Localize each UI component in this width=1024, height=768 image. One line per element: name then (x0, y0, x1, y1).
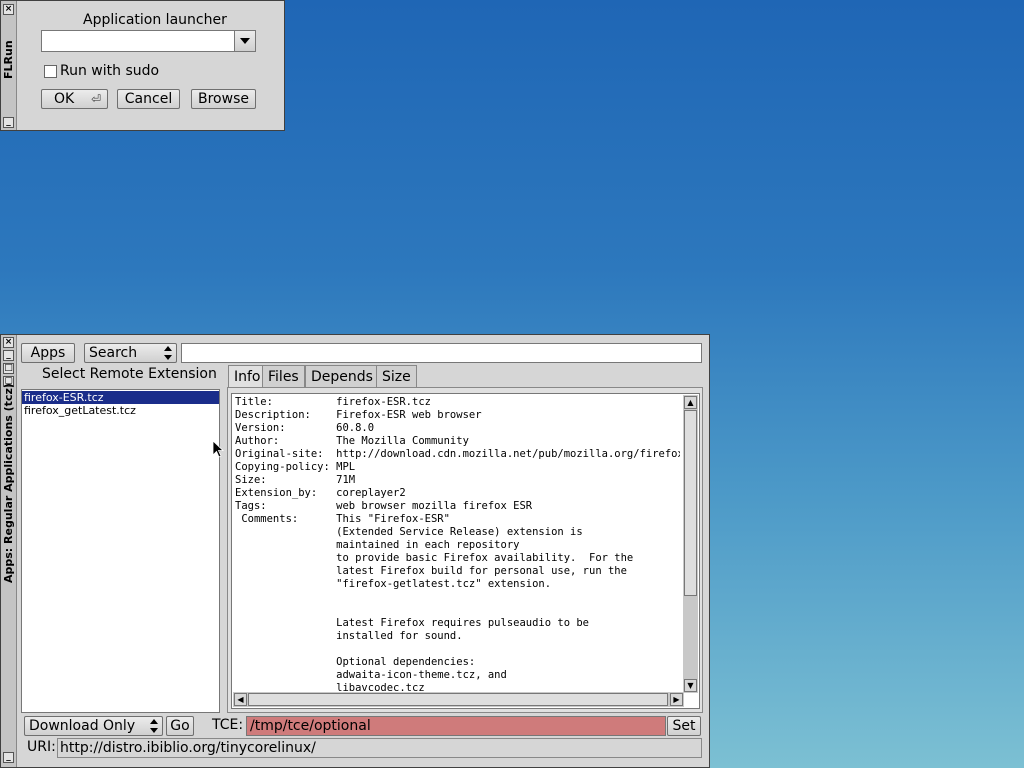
flrun-window-title: FLRun (2, 40, 15, 79)
apps-menu-button[interactable]: Apps (21, 343, 75, 363)
updown-arrows-icon (164, 346, 172, 360)
minimize-icon[interactable]: _ (3, 117, 14, 128)
search-mode-value: Search (89, 345, 138, 361)
command-input[interactable] (41, 30, 256, 52)
uri-label: URI: (27, 739, 56, 755)
sudo-label: Run with sudo (60, 63, 160, 79)
extension-list[interactable]: firefox-ESR.tcz firefox_getLatest.tcz (21, 389, 220, 713)
vertical-scrollbar[interactable]: ▲ ▼ (683, 395, 698, 693)
flrun-heading: Application launcher (83, 12, 227, 28)
chevron-down-icon (240, 38, 250, 44)
flrun-titlebar[interactable]: × FLRun _ (1, 1, 17, 130)
scroll-down-icon[interactable]: ▼ (684, 679, 697, 692)
uri-field[interactable]: http://distro.ibiblio.org/tinycorelinux/ (57, 738, 702, 758)
minimize-icon[interactable]: _ (3, 350, 14, 361)
maximize-icon[interactable]: □ (3, 363, 14, 374)
tab-depends[interactable]: Depends (305, 365, 379, 388)
scroll-right-icon[interactable]: ▶ (670, 693, 683, 706)
vertical-scroll-thumb[interactable] (684, 410, 697, 596)
updown-arrows-icon (150, 719, 158, 733)
search-mode-select[interactable]: Search (84, 343, 177, 363)
list-item-firefox-getlatest[interactable]: firefox_getLatest.tcz (22, 404, 219, 417)
sudo-checkbox[interactable] (44, 65, 57, 78)
info-text-area[interactable]: Title: firefox-ESR.tcz Description: Fire… (231, 393, 700, 709)
browse-button[interactable]: Browse (191, 89, 256, 109)
tce-label: TCE: (212, 717, 244, 733)
resize-icon[interactable]: _ (3, 752, 14, 763)
horizontal-scroll-thumb[interactable] (248, 693, 668, 706)
select-extension-heading: Select Remote Extension (42, 366, 217, 382)
uri-value: http://distro.ibiblio.org/tinycorelinux/ (60, 740, 316, 756)
scroll-up-icon[interactable]: ▲ (684, 396, 697, 409)
tab-size[interactable]: Size (376, 365, 417, 388)
arrow-cursor-icon (212, 440, 224, 458)
tce-path-input[interactable]: /tmp/tce/optional (246, 716, 666, 736)
list-item-firefox-esr[interactable]: firefox-ESR.tcz (22, 391, 219, 404)
cancel-button[interactable]: Cancel (117, 89, 180, 109)
command-dropdown-button[interactable] (234, 31, 255, 51)
set-button[interactable]: Set (667, 716, 701, 736)
tce-path-value: /tmp/tce/optional (250, 718, 371, 734)
tab-files[interactable]: Files (262, 365, 305, 388)
tab-info[interactable]: Info (228, 365, 267, 388)
apps-titlebar[interactable]: × _ □ ▢ Apps: Regular Applications (tcz)… (1, 335, 17, 767)
ok-button[interactable]: OK ⏎ (41, 89, 108, 109)
scroll-left-icon[interactable]: ◀ (234, 693, 247, 706)
flrun-window: × FLRun _ Application launcher Run with … (0, 0, 285, 131)
return-icon: ⏎ (90, 92, 101, 106)
close-icon[interactable]: × (3, 337, 14, 348)
info-text: Title: firefox-ESR.tcz Description: Fire… (235, 396, 680, 692)
close-icon[interactable]: × (3, 4, 14, 15)
ok-label: OK (54, 91, 75, 107)
apps-window-title: Apps: Regular Applications (tcz) (2, 383, 15, 583)
download-mode-value: Download Only (29, 718, 136, 734)
download-mode-select[interactable]: Download Only (24, 716, 163, 736)
search-input[interactable] (181, 343, 702, 363)
horizontal-scrollbar[interactable]: ◀ ▶ (233, 692, 684, 707)
go-button[interactable]: Go (166, 716, 194, 736)
